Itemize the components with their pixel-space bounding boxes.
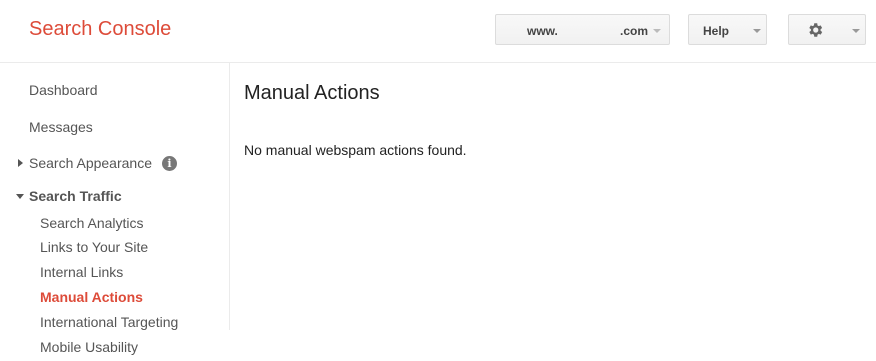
sidebar-item-manual-actions[interactable]: Manual Actions [40,289,143,305]
sidebar-item-search-appearance[interactable]: Search Appearance [29,155,152,171]
info-icon[interactable]: i [162,156,177,171]
sidebar-item-dashboard[interactable]: Dashboard [29,82,98,98]
settings-button[interactable] [788,14,866,45]
gear-icon [809,23,823,37]
sidebar-item-internal-links[interactable]: Internal Links [40,264,123,280]
chevron-right-icon[interactable] [18,159,23,167]
help-button[interactable]: Help [688,14,767,45]
help-label: Help [703,24,730,38]
page-title: Manual Actions [244,82,380,104]
chevron-down-icon [852,29,860,33]
sidebar: Dashboard Messages Search Appearance i S… [0,63,230,355]
sidebar-item-links-to-your-site[interactable]: Links to Your Site [40,239,148,255]
site-prefix: www. [527,24,558,38]
status-message: No manual webspam actions found. [244,142,467,158]
site-selector-button[interactable]: www. .com [495,14,670,45]
sidebar-item-mobile-usability[interactable]: Mobile Usability [40,339,138,355]
chevron-down-icon[interactable] [16,194,24,199]
sidebar-section-search-traffic[interactable]: Search Traffic [29,188,122,204]
sidebar-item-international-targeting[interactable]: International Targeting [40,314,178,330]
sidebar-item-messages[interactable]: Messages [29,119,93,135]
top-bar: Search Console www. .com Help [0,0,876,63]
chevron-down-icon [653,29,661,33]
sidebar-item-search-analytics[interactable]: Search Analytics [40,215,144,231]
chevron-down-icon [753,29,761,33]
app-title[interactable]: Search Console [29,18,171,41]
site-suffix: .com [620,24,649,38]
